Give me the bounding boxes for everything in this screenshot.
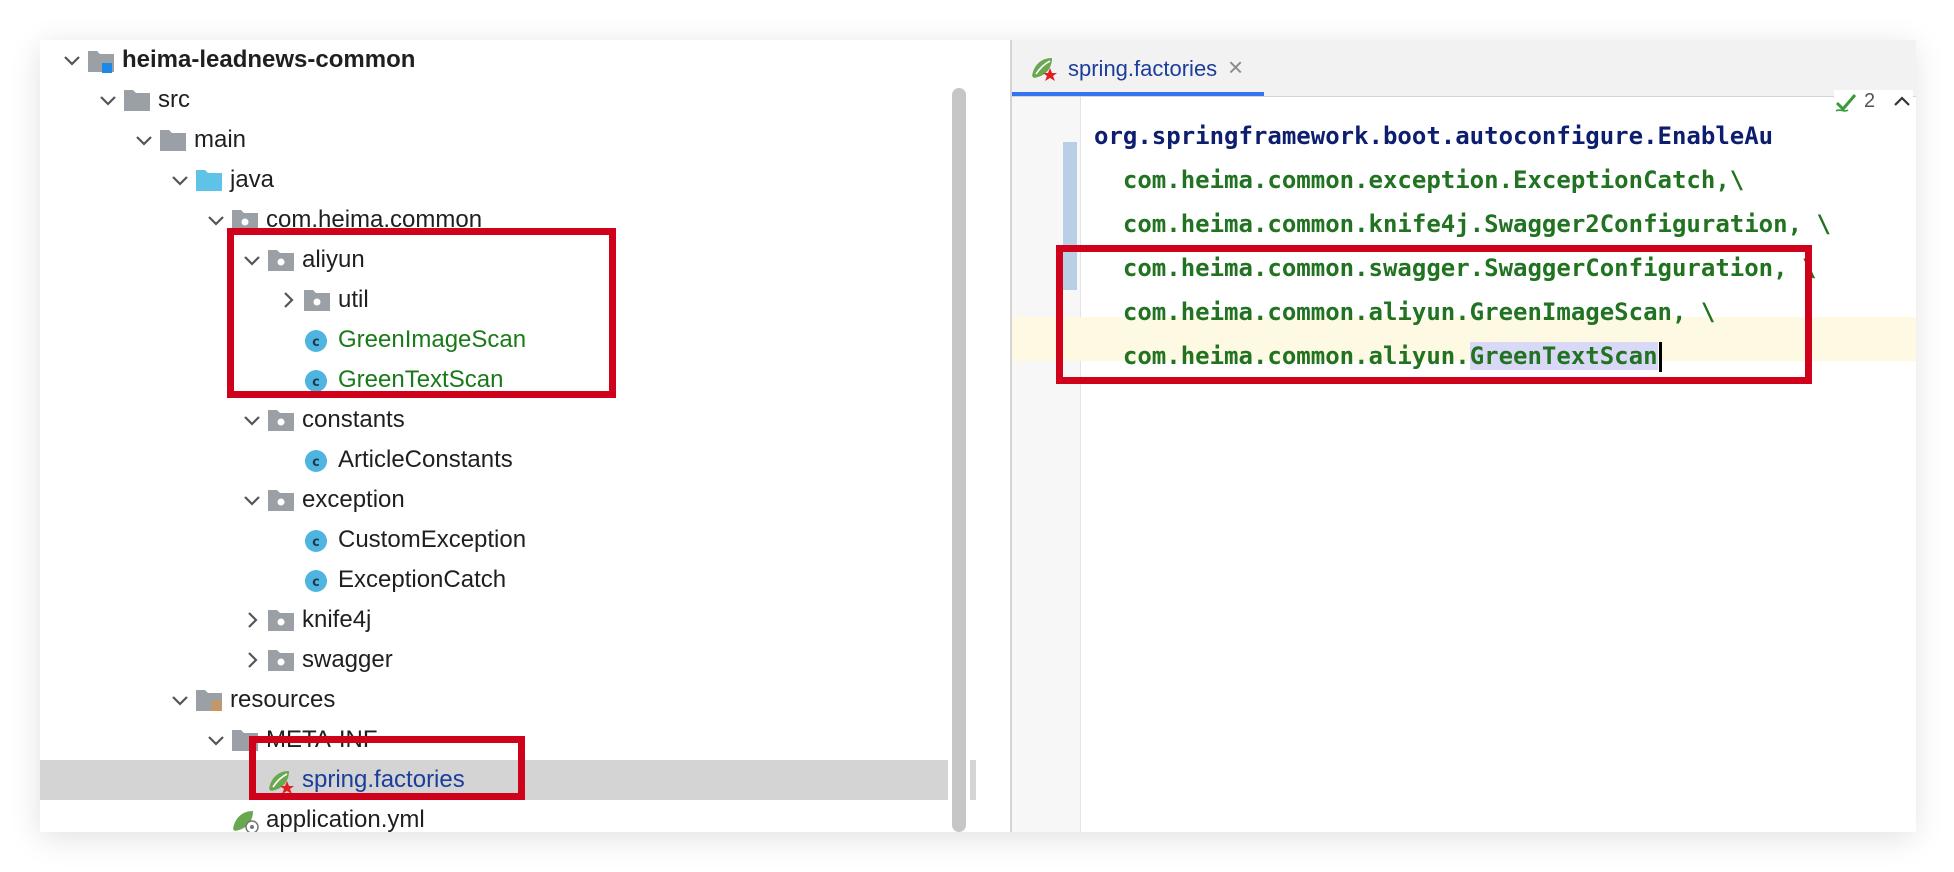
svg-text:c: c	[312, 575, 320, 590]
module-folder-icon	[86, 47, 114, 73]
inspection-widget[interactable]: 2	[1834, 90, 1914, 113]
svg-text:c: c	[312, 535, 320, 550]
tree-item[interactable]: c CustomException	[40, 520, 982, 560]
tree-item[interactable]: resources	[40, 680, 982, 720]
tree-item[interactable]: constants	[40, 400, 982, 440]
chevron-down-icon[interactable]	[132, 128, 156, 152]
chevron-up-icon[interactable]	[1891, 91, 1913, 113]
tree-item-label: main	[194, 126, 247, 153]
chevron-down-icon[interactable]	[168, 688, 192, 712]
tree-item-label: application.yml	[266, 806, 425, 832]
tab-label: spring.factories	[1068, 56, 1218, 81]
tree-item-label: java	[230, 166, 275, 193]
tree-item[interactable]: java	[40, 160, 982, 200]
annotation-box-aliyun	[227, 228, 616, 398]
java-class-icon: c	[302, 567, 330, 593]
checkmark-icon	[1835, 93, 1857, 112]
java-class-icon: c	[302, 447, 330, 473]
tree-item-label: ExceptionCatch	[338, 566, 507, 593]
tree-item[interactable]: heima-leadnews-common	[40, 40, 982, 80]
close-icon[interactable]: ×	[1228, 52, 1243, 82]
tree-item[interactable]: exception	[40, 480, 982, 520]
svg-text:c: c	[312, 455, 320, 470]
panel-divider[interactable]	[976, 40, 1010, 832]
chevron-down-icon[interactable]	[204, 208, 228, 232]
chevron-down-icon[interactable]	[204, 728, 228, 752]
chevron-right-icon[interactable]	[240, 648, 264, 672]
tree-item[interactable]: src	[40, 80, 982, 120]
tree-item[interactable]: c ExceptionCatch	[40, 560, 982, 600]
tree-item-label: CustomException	[338, 526, 527, 553]
package-icon	[266, 487, 294, 513]
folder-icon	[158, 127, 186, 153]
tree-item-label: resources	[230, 686, 336, 713]
code-line: com.heima.common.knife4j.Swagger2Configu…	[1094, 210, 1831, 238]
tree-item-label: ArticleConstants	[338, 446, 513, 473]
tree-item[interactable]: application.yml	[40, 800, 982, 832]
chevron-down-icon[interactable]	[168, 168, 192, 192]
tree-scrollbar-thumb[interactable]	[952, 88, 966, 832]
spring-factories-icon	[1028, 54, 1058, 82]
tree-item[interactable]: swagger	[40, 640, 982, 680]
tree-item-label: constants	[302, 406, 405, 433]
project-tree-panel: heima-leadnews-common src main java com.heim…	[40, 40, 982, 832]
java-class-icon: c	[302, 527, 330, 553]
annotation-box-code	[1056, 245, 1812, 384]
package-icon	[266, 607, 294, 633]
tree-item[interactable]: knife4j	[40, 600, 982, 640]
tree-item-label: src	[158, 86, 190, 113]
editor-panel: spring.factories × org.springframework.b…	[1010, 40, 1916, 832]
tree-item-label: exception	[302, 486, 405, 513]
tab-spring-factories[interactable]: spring.factories ×	[1012, 40, 1264, 96]
chevron-down-icon[interactable]	[240, 408, 264, 432]
source-root-folder-icon	[194, 167, 222, 193]
resources-folder-icon	[194, 687, 222, 713]
code-line: org.springframework.boot.autoconfigure.E…	[1094, 122, 1774, 150]
folder-icon	[122, 87, 150, 113]
annotation-box-spring-factories	[249, 736, 525, 800]
editor-tab-bar: spring.factories ×	[1012, 40, 1916, 97]
package-icon	[266, 647, 294, 673]
tree-item[interactable]: main	[40, 120, 982, 160]
code-line: com.heima.common.exception.ExceptionCatc…	[1094, 166, 1745, 194]
inspection-count: 2	[1864, 90, 1876, 112]
package-icon	[266, 407, 294, 433]
tree-item-label: knife4j	[302, 606, 372, 633]
tree-item[interactable]: c ArticleConstants	[40, 440, 982, 480]
chevron-down-icon[interactable]	[60, 48, 84, 72]
tree-item-label: heima-leadnews-common	[122, 46, 416, 73]
chevron-down-icon[interactable]	[240, 488, 264, 512]
chevron-down-icon[interactable]	[96, 88, 120, 112]
chevron-right-icon[interactable]	[240, 608, 264, 632]
spring-yml-icon	[230, 807, 259, 832]
tree-item-label: swagger	[302, 646, 393, 673]
